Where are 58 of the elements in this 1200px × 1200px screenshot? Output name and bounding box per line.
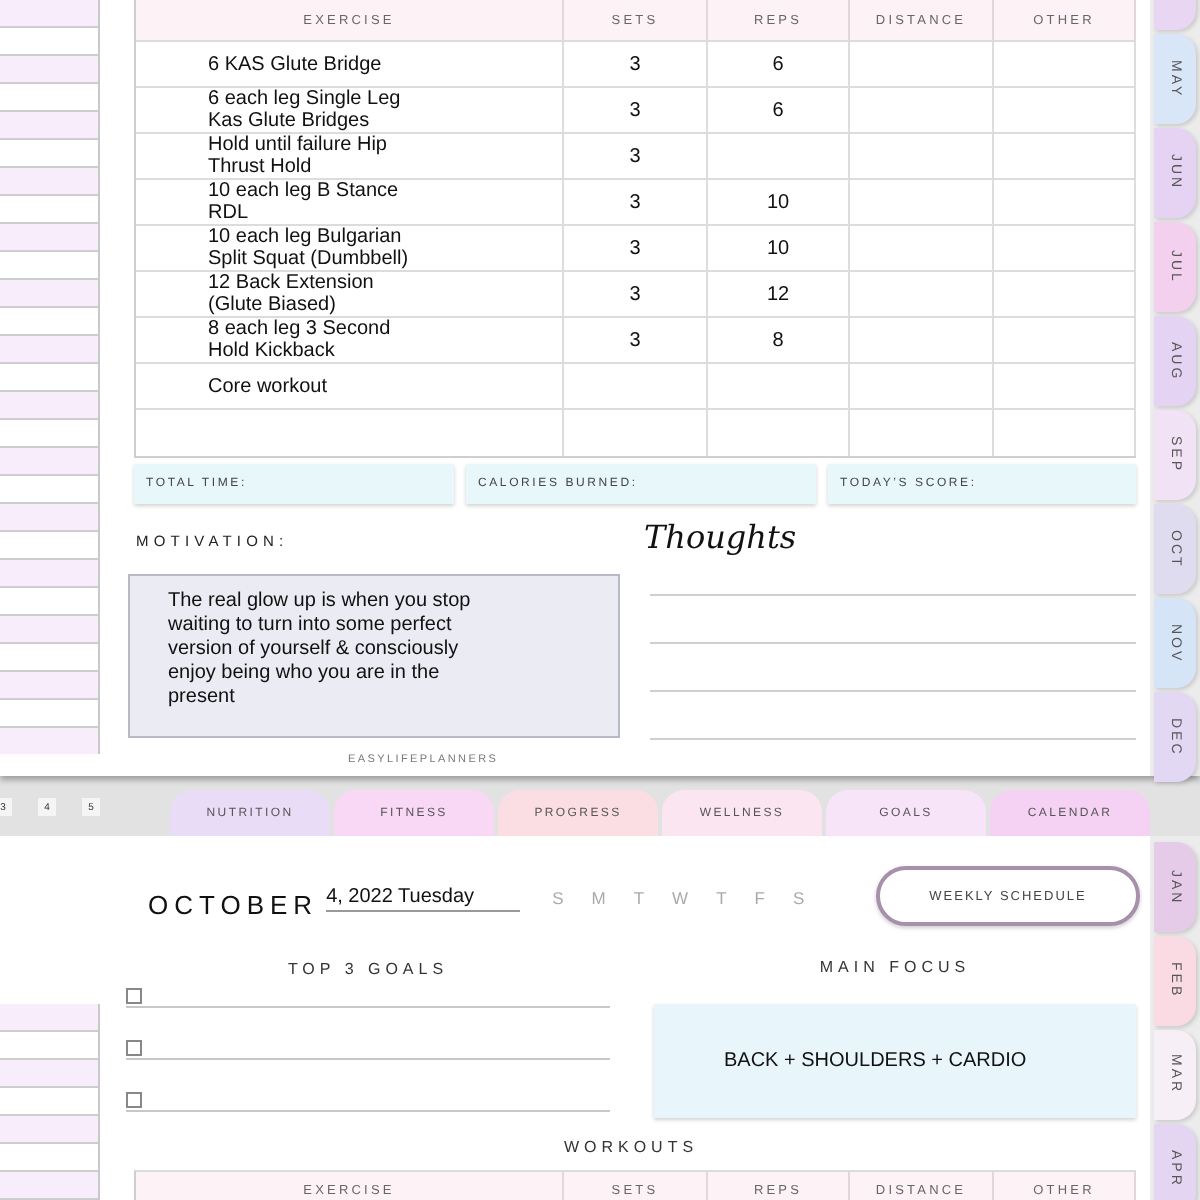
table-cell: 8 each leg 3 Second Hold Kickback: [136, 318, 564, 364]
table-cell: 3: [564, 226, 708, 272]
table-cell: 3: [564, 318, 708, 364]
table-cell: [850, 180, 994, 226]
weekday-letter: T: [633, 888, 645, 908]
table-cell: [850, 42, 994, 88]
thoughts-heading: Thoughts: [644, 518, 797, 558]
table-cell: [850, 364, 994, 410]
weekday-letter: S: [552, 888, 564, 908]
date-field[interactable]: 4, 2022 Tuesday: [326, 885, 521, 911]
checkbox[interactable]: [126, 987, 142, 1003]
table-cell: [994, 88, 1136, 134]
table-cell: 3: [564, 272, 708, 318]
table-cell: 3: [564, 134, 708, 180]
checkbox[interactable]: [126, 1039, 142, 1055]
main-focus-field[interactable]: BACK + SHOULDERS + CARDIO: [654, 1004, 1136, 1118]
table-cell: Core workout: [136, 364, 564, 410]
table-cell: [850, 134, 994, 180]
motivation-box: The real glow up is when you stop waiting to turn into some perfect version of yourself & consciously enjoy being who you are in the present: [128, 574, 620, 738]
table-cell: [850, 318, 994, 364]
weekday-letter: T: [716, 888, 727, 908]
table-cell: [994, 42, 1136, 88]
table-cell: 10 each leg B Stance RDL: [136, 180, 564, 226]
section-title: MAIN FOCUS: [819, 958, 971, 978]
table-cell: 12: [708, 272, 850, 318]
month-heading: OCTOBER: [148, 889, 319, 919]
table-cell: [708, 134, 850, 180]
table-cell: 6 each leg Single Leg Kas Glute Bridges: [136, 88, 564, 134]
section-title: TOP 3 GOALS: [287, 960, 449, 980]
table-cell: 10 each leg Bulgarian Split Squat (Dumbbell): [136, 226, 564, 272]
table-cell: 12 Back Extension (Glute Biased): [136, 272, 564, 318]
table-cell: [994, 226, 1136, 272]
table-cell: [994, 364, 1136, 410]
table-cell: 3: [564, 88, 708, 134]
table-cell: 6: [708, 42, 850, 88]
table-cell: [850, 272, 994, 318]
weekday-letter: S: [792, 888, 805, 908]
table-cell: Hold until failure Hip Thrust Hold: [136, 134, 564, 180]
table-cell: [994, 180, 1136, 226]
table-cell: [850, 226, 994, 272]
weekday-letter: W: [672, 888, 689, 908]
section-title: WORKOUTS: [563, 1138, 699, 1158]
table-cell: [994, 272, 1136, 318]
table-cell: 8: [708, 318, 850, 364]
table-cell: 3: [564, 180, 708, 226]
table-cell: [564, 364, 708, 410]
table-cell: 6 KAS Glute Bridge: [136, 42, 564, 88]
table-cell: 10: [708, 226, 850, 272]
weekday-letter: M: [591, 888, 606, 908]
table-cell: [708, 364, 850, 410]
table-cell: 10: [708, 180, 850, 226]
table-cell: 6: [708, 88, 850, 134]
table-cell: [994, 134, 1136, 180]
table-cell: 3: [564, 42, 708, 88]
checkbox[interactable]: [126, 1091, 142, 1107]
table-cell: [994, 318, 1136, 364]
weekday-letter: F: [754, 888, 765, 908]
table-cell: [850, 88, 994, 134]
